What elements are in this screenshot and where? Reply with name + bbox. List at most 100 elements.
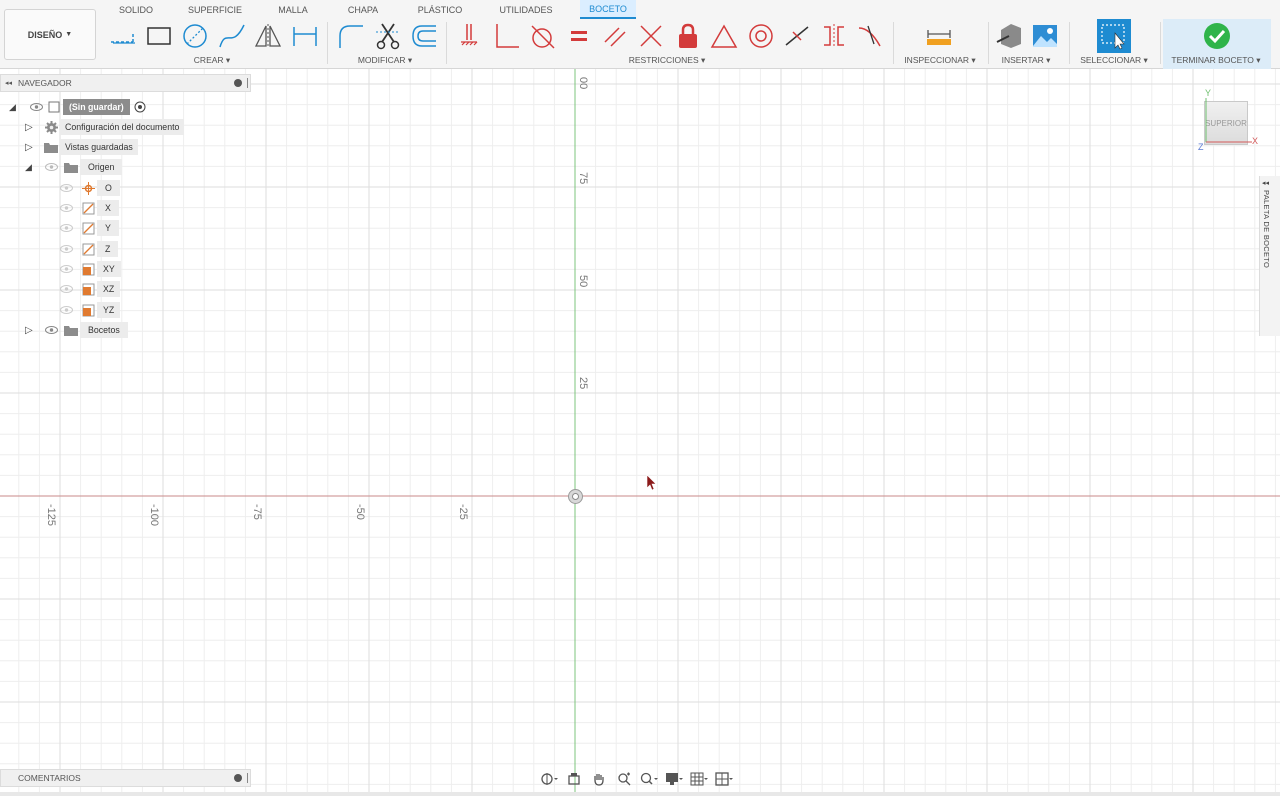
point-icon <box>81 181 95 195</box>
tangent-constraint-button[interactable] <box>527 20 557 52</box>
display-settings-button[interactable] <box>663 770 685 788</box>
eye-hidden-icon[interactable] <box>44 160 58 174</box>
dimension-tool-button[interactable] <box>290 20 320 52</box>
coincident-constraint-button[interactable] <box>636 20 666 52</box>
concentric-constraint-button[interactable] <box>746 20 776 52</box>
pin-handle-icon[interactable] <box>247 78 248 88</box>
pin-handle-icon[interactable] <box>247 773 248 783</box>
rectangle-tool-button[interactable] <box>144 20 174 52</box>
eye-hidden-icon[interactable] <box>59 221 73 235</box>
eye-hidden-icon[interactable] <box>59 282 73 296</box>
parallel-constraint-button[interactable] <box>600 20 630 52</box>
expand-palette-icon[interactable]: ◂◂ <box>1262 179 1269 187</box>
tree-item-config[interactable]: ▷ Configuración del documento <box>25 118 185 136</box>
offset-tool-button[interactable] <box>409 20 439 52</box>
perpendicular-constraint-button[interactable] <box>491 20 521 52</box>
restricciones-menu[interactable]: RESTRICCIONES ▾ <box>629 55 706 67</box>
eye-hidden-icon[interactable] <box>59 242 73 256</box>
tree-item-axis-z[interactable]: Z <box>59 240 119 258</box>
caret-down-icon: ▼ <box>65 31 73 38</box>
finish-sketch-button[interactable] <box>1202 20 1232 52</box>
tab-boceto[interactable]: BOCETO <box>580 0 636 19</box>
tab-plastico[interactable]: PLÁSTICO <box>412 0 468 19</box>
mirror-tool-button[interactable] <box>253 20 283 52</box>
lock-constraint-button[interactable] <box>673 20 703 52</box>
tab-utilidades[interactable]: UTILIDADES <box>496 0 556 19</box>
expand-triangle-icon[interactable]: ▷ <box>25 142 39 153</box>
tab-superficie[interactable]: SUPERFICIE <box>186 0 244 19</box>
fix-constraint-button[interactable] <box>454 20 484 52</box>
eye-hidden-icon[interactable] <box>59 303 73 317</box>
fillet-tool-button[interactable] <box>336 20 366 52</box>
insertar-menu[interactable]: INSERTAR ▾ <box>1002 55 1051 67</box>
tree-item-views[interactable]: ▷ Vistas guardadas <box>25 138 138 156</box>
circle-tool-button[interactable] <box>180 20 210 52</box>
eye-icon[interactable] <box>29 100 43 114</box>
tree-root[interactable]: ◢ (Sin guardar) <box>9 98 147 116</box>
expand-triangle-icon[interactable]: ◢ <box>25 162 39 173</box>
pan-button[interactable] <box>588 770 610 788</box>
eye-icon[interactable] <box>44 323 58 337</box>
x-tick-label: -75 <box>251 504 263 520</box>
tab-label: SOLIDO <box>118 4 153 15</box>
viewports-button[interactable] <box>713 770 735 788</box>
expand-triangle-icon[interactable]: ▷ <box>25 325 39 336</box>
insert-mesh-button[interactable] <box>994 20 1024 52</box>
browser-panel: ◂◂ NAVEGADOR <box>0 74 251 92</box>
tab-chapa[interactable]: CHAPA <box>342 0 384 19</box>
insert-canvas-button[interactable] <box>1030 20 1060 52</box>
sketch-palette-label: PALETA DE BOCETO <box>1262 190 1271 269</box>
crear-menu[interactable]: CREAR ▾ <box>194 55 230 67</box>
select-tool-button[interactable] <box>1097 19 1131 53</box>
document-icon <box>47 100 61 114</box>
trim-tool-button[interactable] <box>373 20 403 52</box>
workspace-switcher-button[interactable]: DISEÑO ▼ <box>4 9 96 60</box>
modificar-menu[interactable]: MODIFICAR ▾ <box>358 55 412 67</box>
collapse-panel-icon[interactable]: ◂◂ <box>5 79 12 87</box>
origin-point[interactable] <box>568 489 583 504</box>
midpoint-constraint-button[interactable] <box>782 20 812 52</box>
minimize-icon[interactable] <box>234 79 242 87</box>
tab-solido[interactable]: SOLIDO <box>114 0 158 19</box>
symmetry-constraint-button[interactable] <box>819 20 849 52</box>
inspeccionar-menu[interactable]: INSPECCIONAR ▾ <box>904 55 975 67</box>
navigator-header[interactable]: ◂◂ NAVEGADOR <box>0 74 251 92</box>
tree-item-plane-yz[interactable]: YZ <box>59 301 121 319</box>
zoom-icon <box>618 772 631 786</box>
eye-hidden-icon[interactable] <box>59 201 73 215</box>
terminar-boceto-menu[interactable]: TERMINAR BOCETO ▾ <box>1171 55 1260 67</box>
curvature-constraint-button[interactable] <box>855 20 885 52</box>
fit-button[interactable] <box>638 770 660 788</box>
tree-item-origin-point[interactable]: O <box>59 179 120 197</box>
tree-item-axis-y[interactable]: Y <box>59 219 119 237</box>
expand-triangle-icon[interactable]: ◢ <box>9 102 23 113</box>
measure-tool-button[interactable] <box>924 20 954 52</box>
tree-item-origin[interactable]: ◢ Origen <box>25 158 123 176</box>
eye-hidden-icon[interactable] <box>59 262 73 276</box>
tree-item-sketches[interactable]: ▷ Bocetos <box>25 321 128 339</box>
zoom-button[interactable] <box>613 770 635 788</box>
plane-icon <box>81 282 95 296</box>
sketch-canvas[interactable]: 00 75 50 25 -125 -100 -75 -50 -25 <box>0 69 1280 792</box>
look-at-button[interactable] <box>563 770 585 788</box>
tree-label: YZ <box>97 302 121 318</box>
spline-tool-button[interactable] <box>217 20 247 52</box>
expand-triangle-icon[interactable]: ▷ <box>25 122 39 133</box>
triangle-constraint-button[interactable] <box>709 20 739 52</box>
tree-item-plane-xz[interactable]: XZ <box>59 280 121 298</box>
tree-item-axis-x[interactable]: X <box>59 199 119 217</box>
coincident-icon <box>640 25 662 47</box>
equal-constraint-button[interactable] <box>564 20 594 52</box>
orbit-button[interactable] <box>538 770 560 788</box>
tree-item-plane-xy[interactable]: XY <box>59 260 121 278</box>
eye-hidden-icon[interactable] <box>59 181 73 195</box>
activate-radio-icon[interactable] <box>133 100 147 114</box>
grid-settings-button[interactable] <box>688 770 710 788</box>
tab-label: BOCETO <box>589 3 627 14</box>
parallel-icon <box>604 27 626 47</box>
comments-panel[interactable]: COMENTARIOS <box>0 769 251 787</box>
tab-malla[interactable]: MALLA <box>272 0 314 19</box>
line-tool-button[interactable] <box>108 20 138 52</box>
seleccionar-menu[interactable]: SELECCIONAR ▾ <box>1080 55 1148 67</box>
minimize-icon[interactable] <box>234 774 242 782</box>
